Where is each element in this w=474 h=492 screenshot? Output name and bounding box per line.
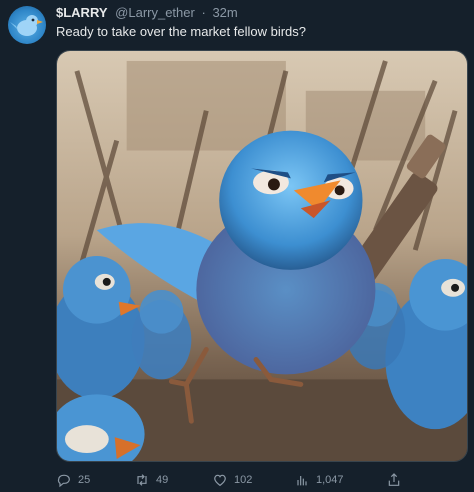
like-icon — [214, 474, 226, 487]
display-name[interactable]: $LARRY — [56, 5, 108, 20]
retweet-button[interactable]: 49 — [134, 470, 168, 490]
avatar[interactable] — [8, 6, 46, 44]
share-button[interactable] — [386, 470, 402, 490]
views-icon — [297, 476, 307, 486]
tweet-actions: 25 49 102 1,047 — [56, 470, 468, 490]
reply-icon — [57, 474, 70, 488]
bird-avatar-icon — [10, 15, 43, 36]
tweet[interactable]: $LARRY @Larry_ether · 32m Ready to take … — [0, 0, 474, 492]
timestamp[interactable]: 32m — [212, 5, 237, 20]
reply-count: 25 — [78, 474, 91, 486]
angry-bird-army-image — [57, 51, 467, 461]
tweet-text: Ready to take over the market fellow bir… — [56, 24, 307, 39]
views-button[interactable]: 1,047 — [294, 470, 344, 490]
user-handle[interactable]: @Larry_ether — [115, 5, 195, 20]
retweet-icon — [137, 474, 147, 486]
reply-button[interactable]: 25 — [56, 470, 90, 490]
tweet-header: $LARRY @Larry_ether · 32m — [56, 5, 238, 21]
separator-dot: · — [201, 5, 206, 20]
like-button[interactable]: 102 — [212, 470, 252, 490]
tweet-image[interactable] — [56, 50, 468, 462]
retweet-count: 49 — [156, 474, 169, 486]
views-count: 1,047 — [316, 474, 344, 486]
share-icon — [388, 473, 400, 486]
like-count: 102 — [234, 474, 253, 486]
